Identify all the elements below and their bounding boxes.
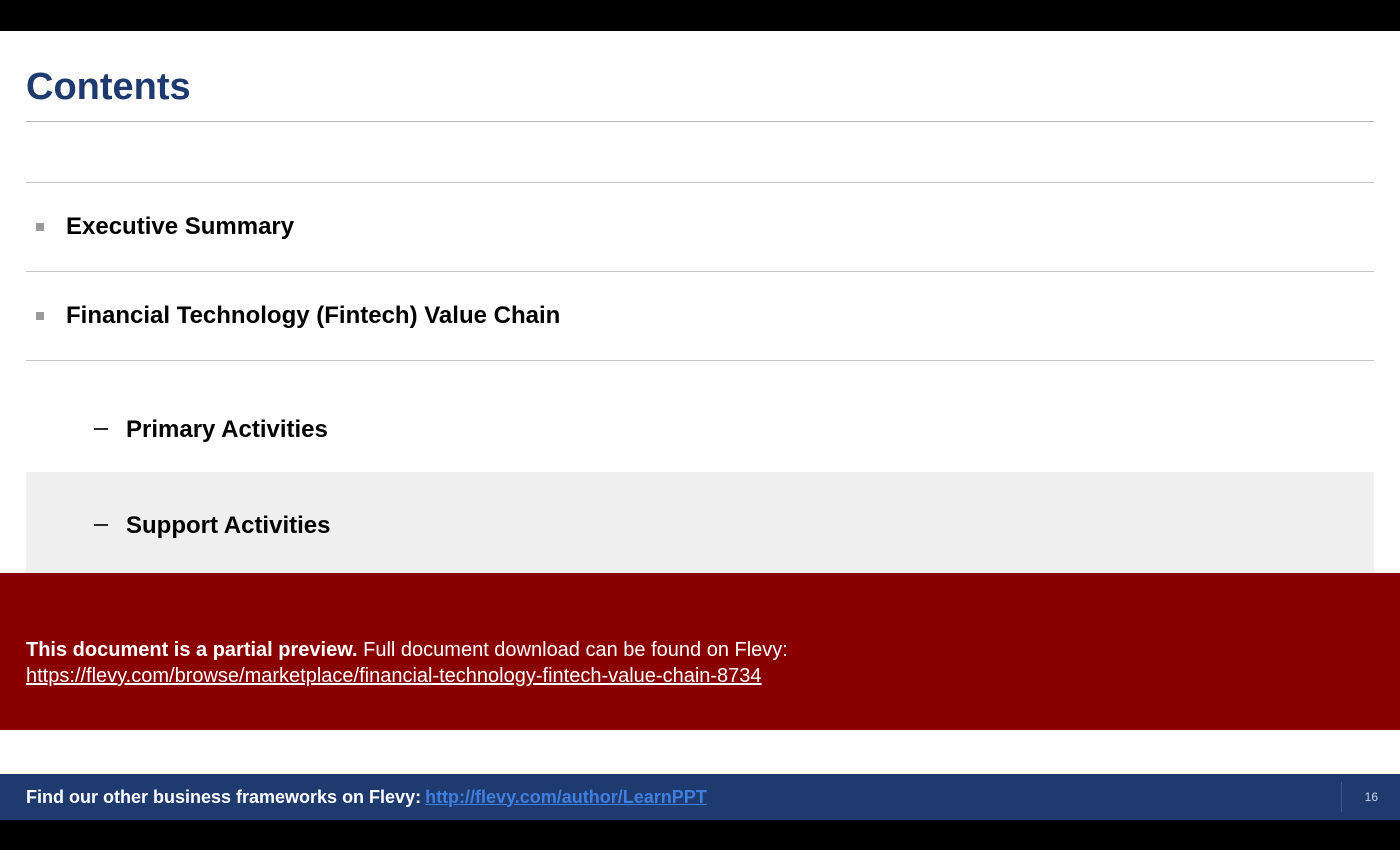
preview-banner: This document is a partial preview. Full… [0,573,1400,730]
preview-rest-text: Full document download can be found on F… [358,639,788,661]
footer-text: Find our other business frameworks on Fl… [26,787,421,808]
toc-label: Executive Summary [66,213,294,241]
content-area: Contents Executive Summary Financial Tec… [0,31,1400,580]
title-divider [26,121,1374,122]
preview-bold-text: This document is a partial preview. [26,639,358,661]
dash-bullet-icon [94,428,108,430]
toc-item-executive-summary: Executive Summary [26,182,1374,272]
table-of-contents: Executive Summary Financial Technology (… [26,182,1374,580]
page-number-separator [1341,782,1342,812]
dash-bullet-icon [94,524,108,526]
footer-bar: Find our other business frameworks on Fl… [0,774,1400,820]
square-bullet-icon [36,312,44,320]
toc-label: Financial Technology (Fintech) Value Cha… [66,302,560,330]
toc-item-fintech-value-chain: Financial Technology (Fintech) Value Cha… [26,272,1374,361]
preview-link[interactable]: https://flevy.com/browse/marketplace/fin… [26,665,762,687]
letterbox-top [0,0,1400,31]
toc-label: Primary Activities [126,416,328,444]
page-number: 16 [1365,790,1378,804]
toc-label: Support Activities [126,512,330,540]
page-title: Contents [0,31,1400,121]
toc-subitem-support-activities: Support Activities [26,472,1374,580]
footer-link[interactable]: http://flevy.com/author/LearnPPT [425,787,707,808]
toc-subitem-primary-activities: Primary Activities [26,361,1374,472]
slide-page: Contents Executive Summary Financial Tec… [0,0,1400,850]
letterbox-bottom [0,820,1400,850]
square-bullet-icon [36,223,44,231]
